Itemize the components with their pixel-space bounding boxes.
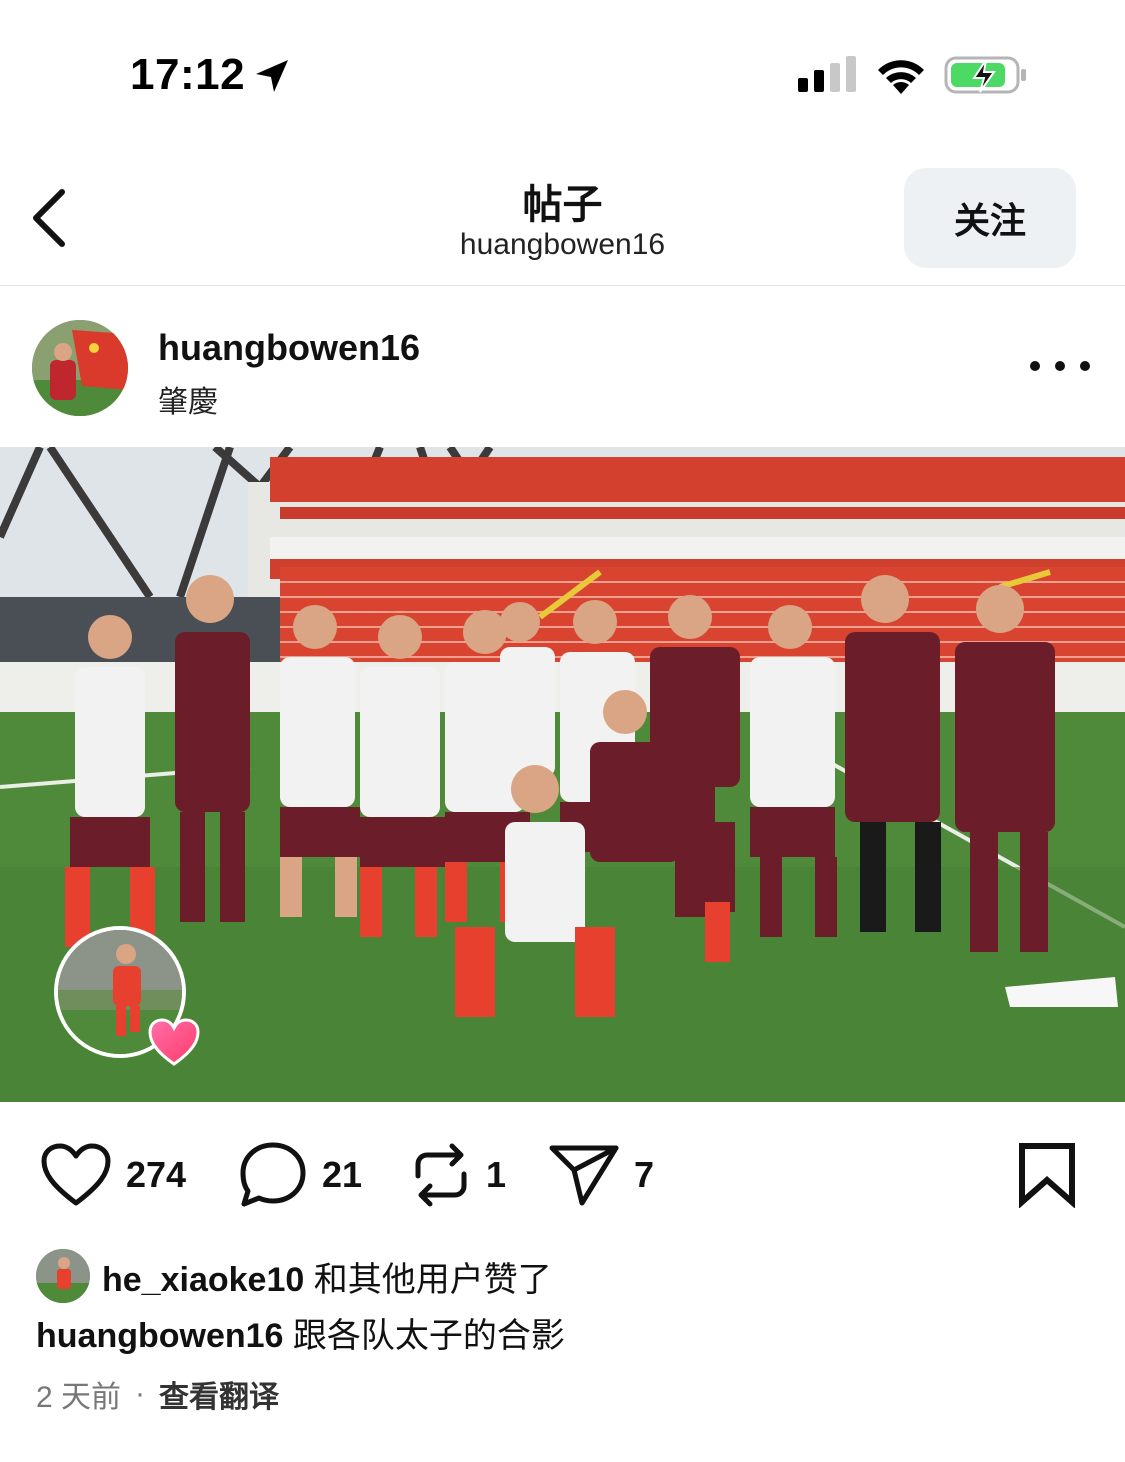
comment-bubble-icon: [240, 1142, 306, 1207]
caption-username[interactable]: huangbowen16: [36, 1317, 283, 1355]
comment-count: 21: [322, 1154, 363, 1195]
nav-header: 帖子 huangbowen16 关注: [0, 150, 1125, 286]
wifi-icon: [878, 60, 924, 94]
share-button[interactable]: 7: [548, 1140, 654, 1210]
avatar-image: [32, 320, 128, 416]
like-count: 274: [126, 1154, 187, 1195]
post-timestamp: 2 天前: [36, 1381, 122, 1414]
status-time: 17:12: [130, 50, 246, 99]
post-caption: huangbowen16 跟各队太子的合影: [36, 1308, 565, 1357]
share-count: 7: [634, 1154, 655, 1195]
comment-button[interactable]: 21: [238, 1140, 362, 1210]
heart-icon: [41, 1143, 111, 1206]
more-options-button[interactable]: [1030, 351, 1090, 381]
liked-by-suffix: 和其他用户赞了: [304, 1260, 552, 1299]
follow-button[interactable]: 关注: [904, 168, 1076, 268]
cellular-signal-icon: [798, 56, 856, 92]
separator-dot: ·: [135, 1377, 146, 1410]
post-location[interactable]: 肇慶: [158, 377, 218, 421]
bookmark-icon[interactable]: [1014, 1142, 1080, 1208]
liker-username[interactable]: he_xiaoke10: [102, 1261, 304, 1299]
liker-avatar: [36, 1249, 90, 1303]
post-actions: 274 21 1 7: [0, 1120, 1125, 1230]
liked-by-row[interactable]: he_xiaoke10 和其他用户赞了: [36, 1248, 552, 1304]
repost-button[interactable]: 1: [410, 1140, 506, 1210]
post-meta: 2 天前 · 查看翻译: [36, 1372, 279, 1416]
more-dot-icon: [1030, 361, 1040, 371]
heart-sticker-icon: [148, 1018, 200, 1066]
author-username[interactable]: huangbowen16: [158, 327, 420, 369]
author-avatar[interactable]: [32, 320, 128, 416]
more-dot-icon: [1080, 361, 1090, 371]
send-icon: [549, 1145, 619, 1206]
caption-text: 跟各队太子的合影: [283, 1317, 565, 1355]
status-bar: 17:12: [0, 0, 1125, 150]
see-translation-link[interactable]: 查看翻译: [159, 1372, 279, 1416]
liked-by-text: he_xiaoke10 和其他用户赞了: [102, 1252, 552, 1301]
post-header: huangbowen16 肇慶: [0, 287, 1125, 447]
more-dot-icon: [1055, 361, 1065, 371]
battery-charging-icon: [944, 56, 1026, 94]
location-arrow-icon: [256, 60, 288, 92]
repost-icon: [415, 1143, 467, 1207]
repost-count: 1: [486, 1154, 507, 1195]
like-button[interactable]: 274: [40, 1140, 186, 1210]
